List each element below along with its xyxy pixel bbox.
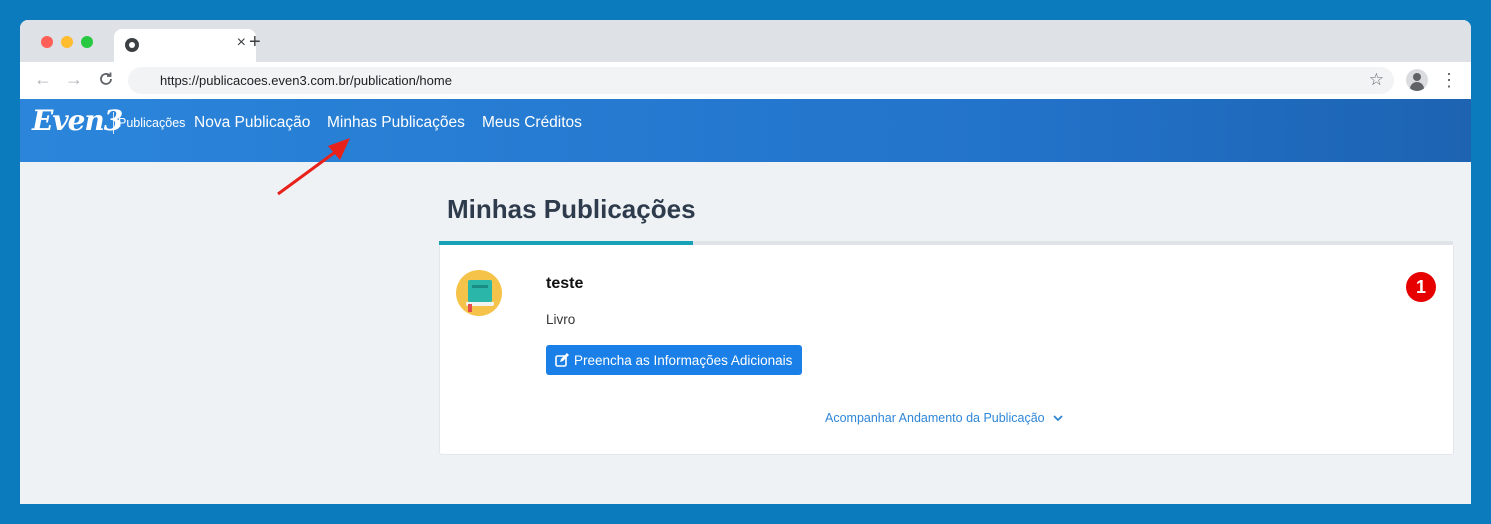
- address-bar[interactable]: https://publicacoes.even3.com.br/publica…: [128, 67, 1394, 94]
- reload-button[interactable]: [98, 69, 114, 91]
- tab-strip: × +: [20, 20, 1471, 62]
- logo-divider: [113, 112, 114, 134]
- back-button[interactable]: ←: [34, 69, 52, 89]
- track-progress-label: Acompanhar Andamento da Publicação: [825, 411, 1045, 425]
- edit-icon: [555, 353, 569, 367]
- reload-icon: [100, 72, 112, 85]
- browser-window: × + ← → https://publicacoes.even3.com.br…: [20, 20, 1471, 504]
- browser-toolbar: ← → https://publicacoes.even3.com.br/pub…: [20, 62, 1471, 100]
- publication-card: teste Livro Preencha as Informações Adic…: [439, 245, 1454, 455]
- tab-close-icon[interactable]: ×: [237, 34, 246, 52]
- star-icon[interactable]: ☆: [1369, 70, 1384, 90]
- maximize-window-button[interactable]: [81, 36, 93, 48]
- annotation-arrow: [277, 138, 350, 196]
- new-tab-button[interactable]: +: [249, 32, 261, 52]
- minimize-window-button[interactable]: [61, 36, 73, 48]
- logo-subtitle: Publicações: [118, 116, 186, 130]
- browser-tab[interactable]: ×: [114, 29, 256, 62]
- forward-button[interactable]: →: [65, 69, 83, 89]
- profile-avatar[interactable]: [1406, 69, 1428, 91]
- even3-logo[interactable]: Even3: [32, 104, 123, 137]
- fill-additional-info-button[interactable]: Preencha as Informações Adicionais: [546, 345, 803, 375]
- page-title: Minhas Publicações: [447, 194, 696, 224]
- track-progress-link[interactable]: Acompanhar Andamento da Publicação: [825, 411, 1063, 425]
- publication-title: teste: [546, 275, 584, 292]
- fill-additional-info-label: Preencha as Informações Adicionais: [574, 352, 793, 368]
- url-text: https://publicacoes.even3.com.br/publica…: [160, 73, 452, 88]
- browser-menu-button[interactable]: ⋮: [1440, 70, 1458, 91]
- chrome-icon: [125, 38, 139, 52]
- chevron-down-icon: [1052, 414, 1063, 421]
- book-icon: [456, 270, 502, 316]
- publication-type: Livro: [546, 312, 576, 327]
- step-badge: 1: [1406, 272, 1436, 302]
- close-window-button[interactable]: [41, 36, 53, 48]
- nav-meus-creditos[interactable]: Meus Créditos: [482, 114, 582, 132]
- site-header: Even3 Publicações Nova Publicação Minhas…: [20, 99, 1471, 162]
